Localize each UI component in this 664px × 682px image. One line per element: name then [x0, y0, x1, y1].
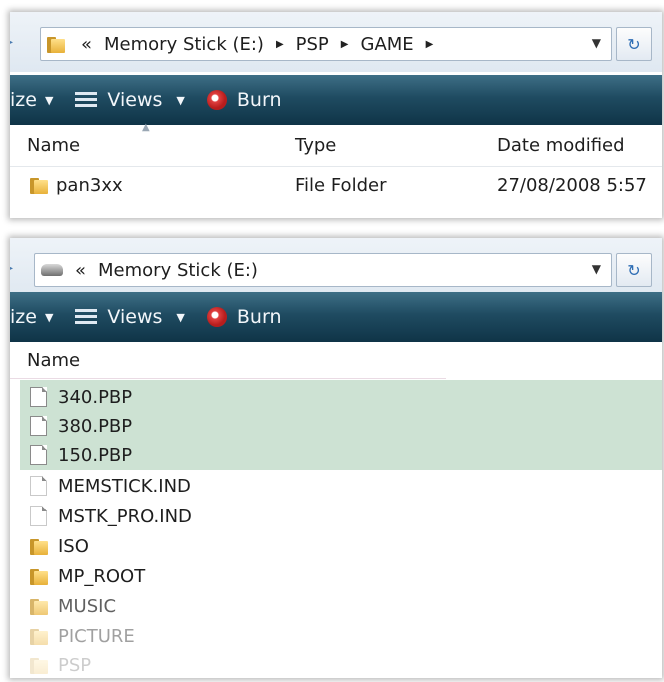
list-item[interactable]: MSTK_PRO.IND: [20, 501, 192, 531]
list-item-label: ISO: [58, 535, 89, 557]
column-header-date-modified[interactable]: Date modified: [497, 135, 625, 156]
file-icon: [30, 476, 47, 496]
organize-button[interactable]: ize ▼: [10, 89, 53, 111]
back-arrow-icon[interactable]: ▸: [10, 260, 16, 276]
sort-arrow-icon: ▲: [142, 122, 150, 133]
list-item[interactable]: 380.PBP: [20, 411, 132, 441]
list-item-label: MSTK_PRO.IND: [58, 505, 192, 527]
views-button[interactable]: Views ▼: [75, 306, 185, 328]
address-field[interactable]: « Memory Stick (E:) ▼: [34, 253, 612, 287]
list-item[interactable]: 150.PBP: [20, 440, 132, 470]
explorer-window-game: ▸ « Memory Stick (E:) ▶ PSP ▶ GAME ▶ ▼ ↻…: [10, 12, 662, 218]
views-button[interactable]: Views ▼: [75, 89, 185, 111]
list-item-label: MP_ROOT: [58, 565, 146, 587]
list-item-label: 340.PBP: [58, 386, 133, 408]
list-item[interactable]: ISO: [20, 531, 89, 561]
organize-label: ize: [10, 89, 37, 111]
column-header-name[interactable]: Name: [10, 342, 446, 379]
address-overflow-chevron[interactable]: «: [75, 260, 86, 281]
address-dropdown-icon[interactable]: ▼: [592, 36, 601, 50]
file-icon: [30, 387, 47, 407]
address-overflow-chevron[interactable]: «: [81, 34, 92, 55]
explorer-window-memory-stick: ▸ « Memory Stick (E:) ▼ ↻ ize ▼ Views ▼ …: [10, 238, 662, 678]
views-icon: [75, 91, 98, 109]
burn-label: Burn: [236, 306, 282, 328]
list-item-label: PICTURE: [58, 625, 135, 647]
file-icon: [30, 416, 47, 436]
organize-button[interactable]: ize ▼: [10, 306, 53, 328]
breadcrumb-memory-stick[interactable]: Memory Stick (E:): [98, 260, 258, 281]
refresh-button[interactable]: ↻: [616, 253, 652, 287]
address-dropdown-icon[interactable]: ▼: [592, 262, 601, 276]
list-item-label: 380.PBP: [58, 415, 133, 437]
folder-icon: [30, 537, 50, 555]
refresh-button[interactable]: ↻: [616, 27, 652, 61]
folder-icon: [30, 567, 50, 585]
organize-label: ize: [10, 306, 37, 328]
breadcrumb-arrow-icon[interactable]: ▶: [276, 39, 284, 50]
folder-icon: [47, 33, 73, 55]
burn-button[interactable]: Burn: [206, 306, 282, 328]
chevron-down-icon: ▼: [176, 310, 185, 324]
chevron-down-icon: ▼: [44, 310, 54, 324]
file-date-modified: 27/08/2008 5:57: [497, 175, 647, 196]
views-icon: [75, 308, 98, 326]
breadcrumb-arrow-icon[interactable]: ▶: [426, 39, 434, 50]
drive-icon: [41, 259, 67, 281]
burn-icon: [206, 307, 227, 327]
chevron-down-icon: ▼: [176, 93, 185, 107]
address-bar: ▸ « Memory Stick (E:) ▶ PSP ▶ GAME ▶ ▼ ↻: [10, 12, 662, 72]
list-item[interactable]: MUSIC: [20, 591, 116, 621]
views-label: Views: [107, 89, 163, 111]
breadcrumb-arrow-icon[interactable]: ▶: [341, 39, 349, 50]
column-header-name[interactable]: Name: [27, 135, 80, 156]
list-item-label: 150.PBP: [58, 444, 133, 466]
burn-label: Burn: [236, 89, 282, 111]
folder-icon: [30, 176, 50, 194]
burn-icon: [206, 90, 227, 110]
column-header-row: ▲ Name Type Date modified: [10, 122, 662, 167]
command-toolbar: ize ▼ Views ▼ Burn: [10, 75, 662, 125]
back-arrow-icon[interactable]: ▸: [10, 34, 16, 50]
views-label: Views: [107, 306, 163, 328]
folder-icon: [30, 627, 50, 645]
list-item-label: MUSIC: [58, 595, 117, 617]
list-item[interactable]: PSP: [20, 650, 91, 678]
refresh-icon: ↻: [627, 260, 641, 280]
list-item[interactable]: PICTURE: [20, 621, 135, 651]
list-item-label: PSP: [58, 654, 92, 676]
address-field[interactable]: « Memory Stick (E:) ▶ PSP ▶ GAME ▶ ▼: [40, 27, 612, 61]
column-header-type[interactable]: Type: [295, 135, 336, 156]
command-toolbar: ize ▼ Views ▼ Burn: [10, 292, 662, 342]
burn-button[interactable]: Burn: [206, 89, 282, 111]
column-header-name-label: Name: [27, 350, 81, 371]
list-item[interactable]: 340.PBP: [20, 382, 132, 412]
file-type: File Folder: [295, 175, 387, 196]
address-bar: ▸ « Memory Stick (E:) ▼ ↻: [10, 238, 662, 298]
file-icon: [30, 445, 47, 465]
refresh-icon: ↻: [627, 34, 641, 54]
file-name: pan3xx: [56, 175, 123, 196]
folder-icon: [30, 597, 50, 615]
chevron-down-icon: ▼: [44, 93, 54, 107]
list-item-label: MEMSTICK.IND: [58, 475, 191, 497]
folder-icon: [30, 656, 50, 674]
breadcrumb-game[interactable]: GAME: [361, 34, 414, 55]
breadcrumb-psp[interactable]: PSP: [296, 34, 329, 55]
breadcrumb-memory-stick[interactable]: Memory Stick (E:): [104, 34, 264, 55]
list-item[interactable]: MEMSTICK.IND: [20, 471, 191, 501]
list-item[interactable]: MP_ROOT: [20, 561, 145, 591]
file-row[interactable]: pan3xx File Folder 27/08/2008 5:57: [10, 168, 662, 204]
file-icon: [30, 506, 47, 526]
